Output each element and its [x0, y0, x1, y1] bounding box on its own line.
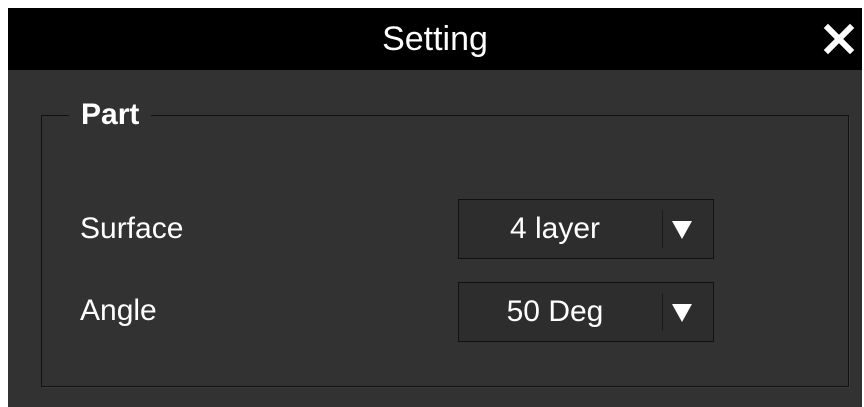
surface-dropdown-value: 4 layer	[509, 212, 601, 245]
surface-label: Surface	[80, 212, 184, 245]
angle-label: Angle	[80, 294, 157, 327]
dropdown-arrow-icon	[672, 304, 692, 322]
dropdown-divider	[662, 210, 663, 248]
title-bar: Setting	[8, 8, 862, 70]
angle-dropdown-value: 50 Deg	[506, 295, 604, 328]
close-button[interactable]	[822, 22, 856, 56]
part-groupbox: Part	[41, 95, 849, 387]
close-icon	[823, 23, 855, 55]
groupbox-legend: Part	[69, 95, 152, 135]
setting-dialog: Setting Part Surface 4 layer Angle 50 De…	[8, 8, 862, 407]
angle-dropdown[interactable]: 50 Deg	[458, 282, 714, 342]
surface-dropdown[interactable]: 4 layer	[458, 199, 714, 259]
dropdown-arrow-icon	[672, 221, 692, 239]
dialog-title: Setting	[382, 20, 488, 58]
dropdown-divider	[662, 293, 663, 331]
